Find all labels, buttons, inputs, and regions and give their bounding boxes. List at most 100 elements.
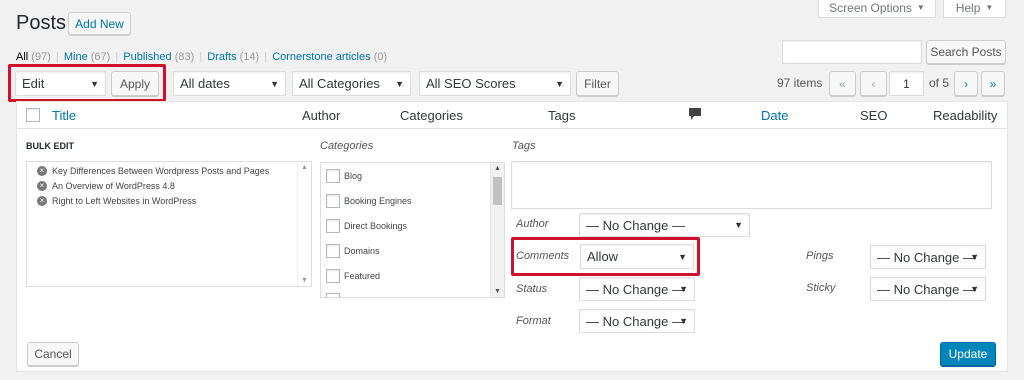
caret-down-icon: ▼ xyxy=(916,3,925,12)
search-posts-button[interactable]: Search Posts xyxy=(926,40,1006,64)
author-label: Author xyxy=(516,218,549,230)
table-header: Title Author Categories Tags Date SEO Re… xyxy=(16,101,1008,129)
current-page-value: 1 xyxy=(903,76,910,91)
bulk-edit-heading: BULK EDIT xyxy=(26,141,74,151)
format-label: Format xyxy=(516,315,551,327)
chevron-down-icon: ▼ xyxy=(734,220,743,230)
comment-bubble-icon[interactable] xyxy=(689,108,701,124)
filter-all-label: All xyxy=(16,51,29,63)
sticky-select-value: — No Change — xyxy=(877,281,976,297)
category-checkbox[interactable] xyxy=(326,219,340,233)
filter-button[interactable]: Filter xyxy=(576,71,619,96)
screen-options-label: Screen Options xyxy=(829,0,912,15)
chevron-down-icon: ▼ xyxy=(270,78,279,89)
author-select[interactable]: — No Change — ▼ xyxy=(579,213,750,237)
post-status-filters: All (97) | Mine (67) | Published (83) | … xyxy=(16,51,387,63)
remove-icon[interactable]: × xyxy=(37,166,47,176)
bulk-edit-panel: BULK EDIT × Key Differences Between Word… xyxy=(16,128,1008,372)
column-date[interactable]: Date xyxy=(761,108,788,123)
filter-mine-count: (67) xyxy=(90,51,111,63)
filter-separator: | xyxy=(115,51,119,63)
list-item: × Right to Left Websites in WordPress xyxy=(37,196,196,206)
category-item[interactable]: Blog xyxy=(326,169,362,183)
scroll-up-icon[interactable]: ▲ xyxy=(494,165,501,172)
categories-label: Categories xyxy=(320,140,374,152)
chevron-down-icon: ▼ xyxy=(555,78,564,89)
date-filter-value: All dates xyxy=(180,76,230,91)
remove-icon[interactable]: × xyxy=(37,181,47,191)
format-select[interactable]: — No Change — ▼ xyxy=(579,309,695,333)
filter-published[interactable]: Published (83) xyxy=(123,51,194,63)
items-count: 97 items xyxy=(777,76,823,90)
cancel-button[interactable]: Cancel xyxy=(27,342,79,366)
date-filter-select[interactable]: All dates ▼ xyxy=(173,71,286,96)
chevron-down-icon: ▼ xyxy=(679,316,688,326)
chevron-down-icon: ▼ xyxy=(679,284,688,294)
scrollbar[interactable]: ▲ ▼ xyxy=(297,162,311,286)
tags-label: Tags xyxy=(512,140,536,152)
post-title: Key Differences Between Wordpress Posts … xyxy=(52,166,270,176)
current-page-input[interactable]: 1 xyxy=(889,71,924,96)
remove-icon[interactable]: × xyxy=(37,196,47,206)
filter-drafts[interactable]: Drafts (14) xyxy=(207,51,259,63)
category-item[interactable]: Direct Bookings xyxy=(326,219,407,233)
filter-separator: | xyxy=(199,51,203,63)
scroll-down-icon[interactable]: ▼ xyxy=(301,277,308,284)
category-label: Featured xyxy=(344,271,381,281)
category-item[interactable]: Domains xyxy=(326,244,380,258)
filter-cornerstone[interactable]: Cornerstone articles (0) xyxy=(272,51,387,63)
category-checkbox[interactable] xyxy=(326,194,340,208)
category-checkbox[interactable] xyxy=(326,169,340,183)
help-tab[interactable]: Help ▼ xyxy=(943,0,1006,18)
filter-all[interactable]: All (97) xyxy=(16,51,51,63)
category-checkbox[interactable] xyxy=(326,244,340,258)
screen-options-tab[interactable]: Screen Options ▼ xyxy=(818,0,936,18)
filter-cornerstone-label: Cornerstone articles xyxy=(272,51,371,63)
list-item: × Key Differences Between Wordpress Post… xyxy=(37,166,269,176)
seo-score-filter-value: All SEO Scores xyxy=(426,76,516,91)
category-filter-select[interactable]: All Categories ▼ xyxy=(292,71,411,96)
prev-page-button[interactable]: ‹ xyxy=(860,71,887,96)
filter-cornerstone-count: (0) xyxy=(373,51,388,63)
category-item[interactable]: Booking Engines xyxy=(326,194,412,208)
post-title: Right to Left Websites in WordPress xyxy=(52,196,197,206)
next-page-button[interactable]: › xyxy=(954,71,978,96)
pings-select[interactable]: — No Change — ▼ xyxy=(870,245,986,269)
filter-separator: | xyxy=(55,51,59,63)
caret-down-icon: ▼ xyxy=(985,3,994,12)
sticky-select[interactable]: — No Change — ▼ xyxy=(870,277,986,301)
scroll-up-icon[interactable]: ▲ xyxy=(301,164,308,171)
filter-published-label: Published xyxy=(123,51,172,63)
scroll-down-icon[interactable]: ▼ xyxy=(494,288,501,295)
column-author: Author xyxy=(302,108,341,123)
add-new-button[interactable]: Add New xyxy=(68,12,131,35)
seo-score-filter-select[interactable]: All SEO Scores ▼ xyxy=(419,71,571,96)
highlight-comments xyxy=(511,237,700,276)
pings-select-value: — No Change — xyxy=(877,249,976,265)
column-tags: Tags xyxy=(548,108,576,123)
status-label: Status xyxy=(516,283,548,295)
status-select[interactable]: — No Change — ▼ xyxy=(579,277,695,301)
first-page-button[interactable]: « xyxy=(829,71,856,96)
column-readability: Readability xyxy=(933,108,998,123)
search-input[interactable] xyxy=(782,40,922,64)
category-item[interactable]: Featured xyxy=(326,269,380,283)
page-title: Posts xyxy=(16,12,67,34)
status-select-value: — No Change — xyxy=(586,281,685,297)
filter-separator: | xyxy=(264,51,268,63)
category-filter-value: All Categories xyxy=(299,76,380,91)
categories-checklist: Blog Booking Engines Direct Bookings Dom… xyxy=(320,162,505,298)
column-seo: SEO xyxy=(860,108,888,123)
update-button[interactable]: Update xyxy=(940,342,996,366)
tags-textarea[interactable] xyxy=(511,161,992,209)
category-label: Booking Engines xyxy=(344,196,412,206)
scrollbar[interactable]: ▲ ▼ xyxy=(490,163,504,297)
category-checkbox[interactable] xyxy=(326,269,340,283)
filter-mine[interactable]: Mine (67) xyxy=(64,51,110,63)
select-all-checkbox[interactable] xyxy=(26,108,40,122)
last-page-button[interactable]: » xyxy=(981,71,1005,96)
scroll-thumb[interactable] xyxy=(493,177,502,205)
filter-drafts-count: (14) xyxy=(239,51,260,63)
column-title[interactable]: Title xyxy=(52,108,76,123)
filter-all-count: (97) xyxy=(31,51,51,63)
